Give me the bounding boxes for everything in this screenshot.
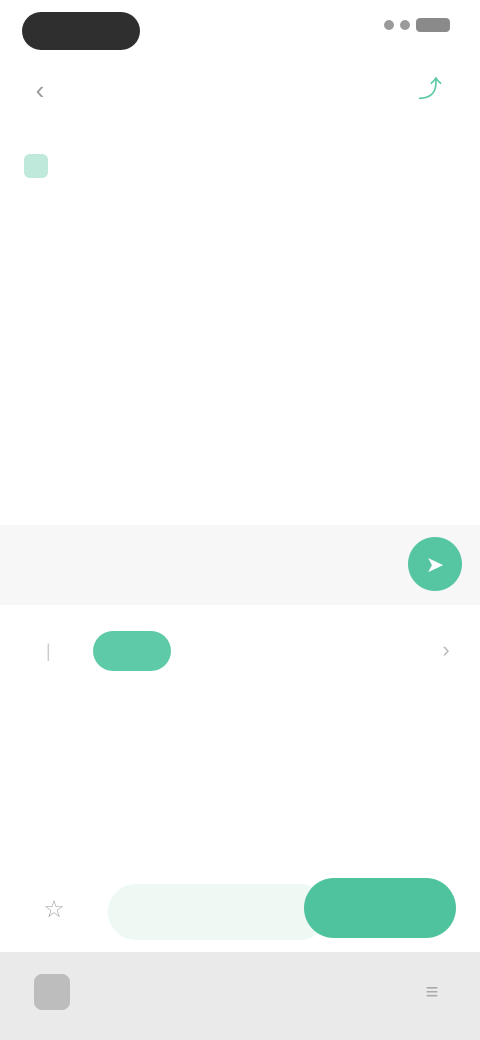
system-nav-bar: ≡ — [0, 952, 480, 1040]
status-icons — [384, 18, 450, 32]
info-notice — [24, 150, 456, 178]
bottom-action-bar: ☆ — [0, 862, 480, 952]
wifi-icon — [400, 20, 410, 30]
share-icon[interactable]: ⤴ — [416, 76, 444, 104]
primary-action-button[interactable] — [304, 878, 456, 938]
hint-pill — [108, 884, 328, 940]
header: ‹ ⤴ — [0, 60, 480, 120]
detail-row: | › — [24, 628, 464, 674]
signal-icon — [384, 20, 394, 30]
status-time — [22, 12, 140, 50]
detail-separator: | — [46, 640, 51, 661]
tag-chip[interactable] — [92, 631, 171, 671]
media-area — [0, 230, 480, 520]
home-icon[interactable] — [34, 974, 70, 1010]
back-icon[interactable]: ‹ — [26, 76, 54, 104]
chevron-right-icon[interactable]: › — [432, 636, 460, 664]
info-icon — [24, 154, 48, 178]
send-button[interactable]: ➤ — [408, 537, 462, 591]
comment-input-row[interactable]: ➤ — [0, 525, 480, 605]
status-bar — [0, 0, 480, 60]
star-icon[interactable]: ☆ — [36, 892, 72, 928]
send-icon: ➤ — [425, 552, 445, 577]
battery-icon — [416, 18, 450, 32]
menu-icon[interactable]: ≡ — [418, 978, 446, 1006]
